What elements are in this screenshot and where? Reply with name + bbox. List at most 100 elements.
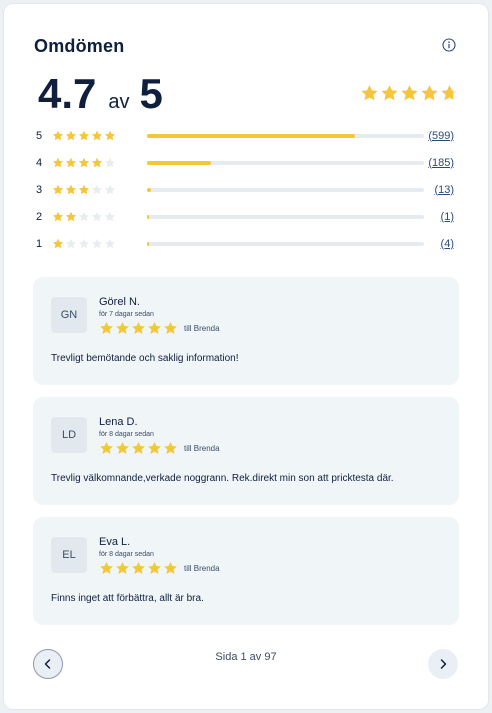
- star-icon: [104, 211, 116, 221]
- distribution-star-label: 5: [36, 129, 43, 142]
- star-icon: [104, 238, 116, 248]
- review-recipient: till Brenda: [184, 564, 220, 573]
- star-icon: [401, 85, 418, 101]
- distribution-count-link[interactable]: (4): [441, 238, 454, 250]
- page-indicator: Sida 1 av 97: [215, 651, 277, 663]
- distribution-stars: [52, 211, 130, 223]
- distribution-count-link[interactable]: (599): [428, 130, 454, 142]
- review-date: för 7 dagar sedan: [99, 311, 154, 318]
- avatar: EL: [51, 537, 87, 573]
- distribution-row[interactable]: 3 (13): [36, 176, 458, 203]
- distribution-bar-fill: [147, 241, 149, 246]
- distribution-star-label: 1: [36, 237, 43, 250]
- rating-score: 4.7: [38, 70, 97, 117]
- distribution-bar-fill: [147, 214, 149, 219]
- header: Omdömen: [34, 36, 458, 60]
- distribution-bar-fill: [147, 133, 355, 138]
- review-date: för 8 dagar sedan: [99, 551, 154, 558]
- distribution-stars: [52, 130, 130, 142]
- star-icon: [91, 130, 103, 140]
- star-icon: [132, 321, 145, 334]
- star-icon: [361, 85, 378, 101]
- review-text: Finns inget att förbättra, allt är bra.: [51, 593, 204, 604]
- star-icon: [164, 561, 177, 574]
- star-icon: [65, 130, 77, 140]
- star-icon: [78, 184, 90, 194]
- star-icon: [78, 130, 90, 140]
- avatar: LD: [51, 417, 87, 453]
- distribution-count-link[interactable]: (185): [428, 157, 454, 169]
- distribution-row[interactable]: 1 (4): [36, 230, 458, 257]
- star-icon: [91, 184, 103, 194]
- star-icon: [52, 184, 64, 194]
- distribution-count-link[interactable]: (1): [441, 211, 454, 223]
- distribution-count-link[interactable]: (13): [434, 184, 454, 196]
- rating-av: av: [108, 91, 130, 113]
- distribution-row[interactable]: 2 (1): [36, 203, 458, 230]
- average-rating: 4.7 av 5: [38, 70, 163, 118]
- distribution-bar: [147, 160, 424, 165]
- reviewer-name: Lena D.: [99, 416, 138, 428]
- star-icon: [132, 441, 145, 454]
- info-icon[interactable]: [442, 38, 456, 52]
- distribution-bar-fill: [147, 160, 211, 165]
- star-icon: [116, 321, 129, 334]
- chevron-right-icon: [440, 659, 447, 669]
- distribution-row[interactable]: 5 (599): [36, 122, 458, 149]
- star-icon: [52, 157, 64, 167]
- star-icon: [441, 85, 458, 101]
- distribution-star-label: 3: [36, 183, 43, 196]
- star-icon: [421, 85, 438, 101]
- reviewer-name: Eva L.: [99, 536, 131, 548]
- review-stars: till Brenda: [99, 441, 220, 456]
- review-recipient: till Brenda: [184, 444, 220, 453]
- average-stars: [360, 84, 459, 103]
- star-icon: [104, 184, 116, 194]
- star-icon: [78, 211, 90, 221]
- distribution-star-label: 2: [36, 210, 43, 223]
- star-icon: [116, 441, 129, 454]
- star-icon: [52, 130, 64, 140]
- distribution-stars: [52, 184, 130, 196]
- review-recipient: till Brenda: [184, 324, 220, 333]
- distribution-row[interactable]: 4 (185): [36, 149, 458, 176]
- review-text: Trevligt bemötande och saklig informatio…: [51, 353, 239, 364]
- distribution-bar: [147, 241, 424, 246]
- review-stars: till Brenda: [99, 321, 220, 336]
- star-icon: [91, 157, 103, 167]
- review-text: Trevlig välkomnande,verkade noggrann. Re…: [51, 473, 394, 484]
- distribution-bar: [147, 133, 424, 138]
- star-icon: [164, 321, 177, 334]
- star-icon: [65, 238, 77, 248]
- star-icon: [148, 561, 161, 574]
- distribution-stars: [52, 157, 130, 169]
- distribution-star-label: 4: [36, 156, 43, 169]
- star-icon: [65, 157, 77, 167]
- rating-max: 5: [139, 70, 163, 117]
- star-icon: [78, 238, 90, 248]
- star-icon: [78, 157, 90, 167]
- rating-distribution: 5 (599) 4 (185) 3 (13) 2 (1) 1 (4): [36, 122, 458, 257]
- review-card: GN Görel N. för 7 dagar sedan till Brenda Tr…: [33, 277, 459, 385]
- distribution-stars: [52, 238, 130, 250]
- distribution-bar-fill: [147, 187, 152, 192]
- reviewer-name: Görel N.: [99, 296, 140, 308]
- star-icon: [52, 211, 64, 221]
- star-icon: [52, 238, 64, 248]
- star-icon: [148, 441, 161, 454]
- star-icon: [148, 321, 161, 334]
- star-icon: [104, 130, 116, 140]
- review-stars: till Brenda: [99, 561, 220, 576]
- star-icon: [91, 211, 103, 221]
- star-icon: [65, 211, 77, 221]
- distribution-bar: [147, 187, 424, 192]
- review-date: för 8 dagar sedan: [99, 431, 154, 438]
- avatar: GN: [51, 297, 87, 333]
- star-icon: [381, 85, 398, 101]
- star-icon: [100, 561, 113, 574]
- star-icon: [164, 441, 177, 454]
- next-page-button[interactable]: [428, 649, 458, 679]
- star-icon: [104, 157, 116, 167]
- star-icon: [100, 321, 113, 334]
- star-icon: [65, 184, 77, 194]
